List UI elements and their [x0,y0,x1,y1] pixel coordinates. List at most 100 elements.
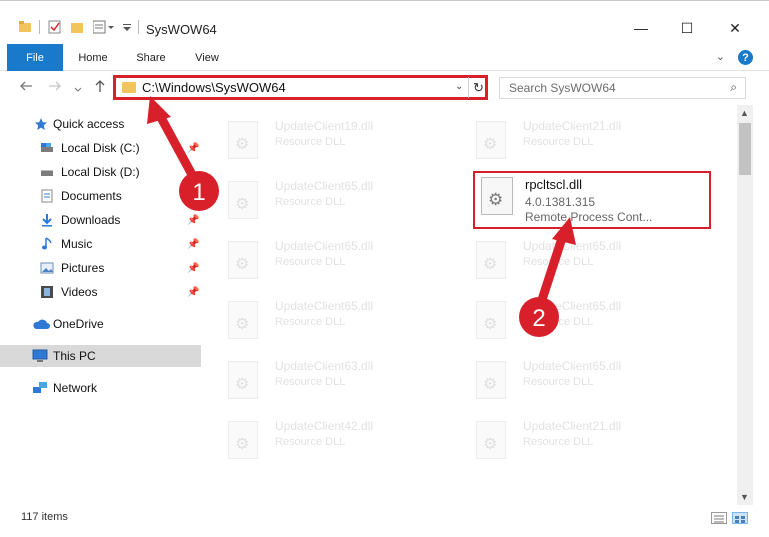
dll-file-icon: ⚙ [228,301,258,339]
maximize-button[interactable]: ☐ [664,13,710,43]
address-bar[interactable]: C:\Windows\SysWOW64 ⌄ ↻ [113,75,488,100]
file-type: Resource DLL [523,376,594,388]
sidebar-item-quick-access[interactable]: Quick access [0,113,201,135]
file-name: UpdateClient65.dll [523,299,622,313]
file-item[interactable]: ⚙ UpdateClient65.dll Resource DLL [451,291,681,345]
address-path[interactable]: C:\Windows\SysWOW64 [142,80,286,95]
dll-file-icon: ⚙ [228,121,258,159]
file-type: Resource DLL [523,436,594,448]
file-item[interactable]: ⚙ UpdateClient65.dll Resource DLL [203,171,433,225]
help-icon[interactable]: ? [738,50,753,65]
dropdown-icon[interactable] [122,20,132,37]
file-type: Resource DLL [523,136,594,148]
details-view-icon[interactable] [711,512,727,524]
customize-qat-icon[interactable] [92,20,115,37]
file-item[interactable]: ⚙ UpdateClient42.dll Resource DLL [203,411,433,465]
file-name: UpdateClient19.dll [275,119,374,133]
file-item[interactable]: ⚙ UpdateClient21.dll Resource DLL [451,111,681,165]
new-folder-icon[interactable] [70,20,84,37]
scroll-up-icon[interactable]: ▲ [740,108,749,118]
file-item[interactable]: ⚙ UpdateClient65.dll Resource DLL [203,291,433,345]
file-name: UpdateClient42.dll [275,419,374,433]
dll-file-icon: ⚙ [476,241,506,279]
sidebar-item-label: Downloads [61,213,121,227]
search-box[interactable]: Search SysWOW64 ⌕ [499,77,746,99]
cloud-icon [32,318,50,332]
dll-file-icon: ⚙ [228,181,258,219]
sidebar-item-label: Pictures [61,261,105,275]
up-arrow-icon[interactable] [93,79,107,96]
address-dropdown-icon[interactable]: ⌄ [455,81,463,92]
divider [39,20,41,37]
sidebar-item-documents[interactable]: Documents 📌 [0,185,201,207]
file-type: Resource DLL [275,136,346,148]
sidebar-item-local-disk-c[interactable]: Local Disk (C:) 📌 [0,137,201,159]
file-type: Resource DLL [275,436,346,448]
network-icon [32,381,48,395]
search-input[interactable]: Search SysWOW64 [509,81,616,95]
folder-icon [122,82,136,93]
sidebar-item-local-disk-d[interactable]: Local Disk (D:) [0,161,201,183]
navigation-pane: Quick access Local Disk (C:) 📌 Local Dis… [0,105,203,505]
file-item[interactable]: ⚙ UpdateClient21.dll Resource DLL [451,411,681,465]
tab-view[interactable]: View [182,44,232,71]
recent-dropdown-icon[interactable] [74,81,82,97]
tab-file[interactable]: File [7,44,63,71]
file-list: ⚙ UpdateClient19.dll Resource DLL ⚙ Upda… [203,105,737,505]
close-button[interactable]: ✕ [712,13,758,43]
sidebar-item-pictures[interactable]: Pictures 📌 [0,257,201,279]
sidebar-item-network[interactable]: Network [0,377,201,399]
file-item[interactable]: ⚙ UpdateClient65.dll Resource DLL [451,231,681,285]
sidebar-item-this-pc[interactable]: This PC [0,345,201,367]
vertical-scrollbar[interactable]: ▲ ▼ [737,105,753,505]
minimize-button[interactable]: — [618,13,664,43]
pin-icon[interactable]: 📌 [187,287,199,298]
navigation-bar: C:\Windows\SysWOW64 ⌄ ↻ Search SysWOW64 … [0,71,769,105]
tab-home[interactable]: Home [68,44,118,71]
downloads-icon [40,213,54,227]
file-item[interactable]: ⚙ UpdateClient65.dll Resource DLL [451,351,681,405]
file-item[interactable]: ⚙ UpdateClient63.dll Resource DLL [203,351,433,405]
pin-icon[interactable]: 📌 [187,215,199,226]
pictures-icon [40,261,54,275]
divider [138,20,140,37]
scrollbar-thumb[interactable] [739,123,751,175]
file-type: Resource DLL [275,256,346,268]
pin-icon[interactable]: 📌 [187,239,199,250]
file-description: Remote Process Cont... [525,210,653,224]
file-name: UpdateClient21.dll [523,119,622,133]
sidebar-item-music[interactable]: Music 📌 [0,233,201,255]
file-item[interactable]: ⚙ UpdateClient19.dll Resource DLL [203,111,433,165]
sidebar-item-onedrive[interactable]: OneDrive [0,313,201,335]
file-type: Resource DLL [275,376,346,388]
computer-icon [32,349,48,363]
sidebar-item-label: Documents [61,189,122,203]
properties-icon[interactable] [48,20,62,37]
sidebar-item-label: Quick access [53,117,125,131]
sidebar-item-label: Local Disk (C:) [61,141,140,155]
refresh-icon[interactable]: ↻ [468,77,488,98]
pin-icon[interactable]: 📌 [187,191,199,202]
scroll-down-icon[interactable]: ▼ [740,492,749,502]
file-name: rpcltscl.dll [525,177,583,192]
file-name: UpdateClient65.dll [523,239,622,253]
pin-icon[interactable]: 📌 [187,143,199,154]
forward-arrow-icon[interactable] [48,79,62,96]
back-arrow-icon[interactable] [19,79,33,96]
file-name: UpdateClient21.dll [523,419,622,433]
highlighted-file-item[interactable]: ⚙ rpcltscl.dll 4.0.1381.315 Remote Proce… [473,171,711,229]
sidebar-item-videos[interactable]: Videos 📌 [0,281,201,303]
drive-icon [40,167,54,181]
collapse-ribbon-icon[interactable]: ⌄ [716,50,725,63]
search-icon[interactable]: ⌕ [730,80,737,95]
tiles-view-icon[interactable] [732,512,748,524]
tab-share[interactable]: Share [126,44,176,71]
file-version: 4.0.1381.315 [525,195,596,209]
pin-icon[interactable]: 📌 [187,263,199,274]
file-item[interactable]: ⚙ UpdateClient65.dll Resource DLL [203,231,433,285]
sidebar-item-downloads[interactable]: Downloads 📌 [0,209,201,231]
file-type: Resource DLL [275,316,346,328]
window-title: SysWOW64 [146,22,217,37]
title-bar: SysWOW64 — ☐ ✕ [0,0,769,44]
folder-icon[interactable] [18,20,32,37]
